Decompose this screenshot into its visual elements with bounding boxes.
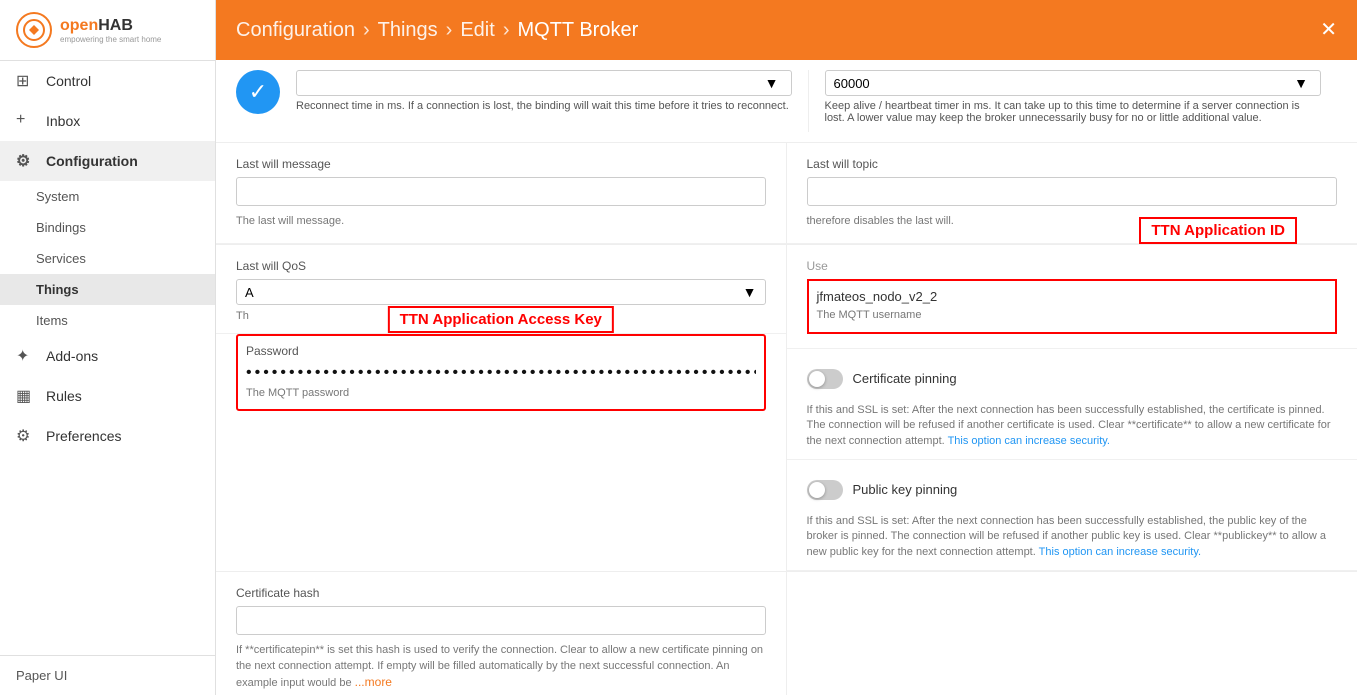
main-panel: Configuration › Things › Edit › MQTT Bro…: [216, 0, 1357, 695]
breadcrumb-mqtt-broker: MQTT Broker: [517, 19, 638, 42]
cert-pinning-toggle-row: Certificate pinning: [807, 359, 1338, 399]
sidebar-item-system[interactable]: System: [0, 181, 215, 212]
username-help: The MQTT username: [817, 308, 1328, 323]
sidebar-item-inbox-label: Inbox: [46, 113, 80, 129]
sidebar-item-control-label: Control: [46, 73, 91, 89]
cert-hash-more-link[interactable]: ...more: [355, 675, 392, 689]
keepalive-dropdown-button[interactable]: ▼: [1290, 75, 1312, 91]
sidebar-item-rules[interactable]: ▦ Rules: [0, 376, 215, 416]
cert-hash-input[interactable]: [236, 606, 766, 635]
sidebar-item-things[interactable]: Things: [0, 274, 215, 305]
breadcrumb-sep-1: ›: [363, 19, 370, 42]
pubkey-pinning-toggle[interactable]: [807, 480, 843, 500]
sidebar-item-addons[interactable]: ✦ Add-ons: [0, 336, 215, 376]
logo: openHAB empowering the smart home: [0, 0, 215, 61]
last-will-topic-label: Last will topic: [807, 157, 1338, 171]
breadcrumb-sep-2: ›: [446, 19, 453, 42]
pubkey-pinning-label: Public key pinning: [853, 482, 958, 497]
cert-pinning-toggle[interactable]: [807, 369, 843, 389]
reconnect-dropdown-button[interactable]: ▼: [761, 75, 783, 91]
sidebar-footer-paper-ui[interactable]: Paper UI: [0, 655, 215, 695]
last-will-topic-input[interactable]: [807, 177, 1338, 206]
keepalive-help-text: Keep alive / heartbeat timer in ms. It c…: [825, 100, 1322, 132]
sidebar-item-control[interactable]: ⊞ Control: [0, 61, 215, 101]
page-header: Configuration › Things › Edit › MQTT Bro…: [216, 0, 1357, 60]
sidebar-item-inbox[interactable]: + Inbox: [0, 101, 215, 141]
check-circle-icon: ✓: [236, 70, 280, 114]
last-will-qos-label: Last will QoS: [236, 259, 766, 273]
preferences-icon: ⚙: [16, 426, 36, 446]
addons-icon: ✦: [16, 346, 36, 366]
breadcrumb-edit: Edit: [460, 19, 494, 42]
sidebar-item-services[interactable]: Services: [0, 243, 215, 274]
pubkey-pinning-link[interactable]: This option can increase security.: [1039, 546, 1201, 558]
sidebar-item-configuration-label: Configuration: [46, 153, 138, 169]
password-label: Password: [246, 344, 756, 358]
cert-hash-help: If **certificatepin** is set this hash i…: [236, 643, 766, 691]
sidebar-item-addons-label: Add-ons: [46, 348, 98, 364]
logo-text-block: openHAB empowering the smart home: [60, 17, 161, 44]
sidebar-item-preferences[interactable]: ⚙ Preferences: [0, 416, 215, 456]
rules-icon: ▦: [16, 386, 36, 406]
password-help: The MQTT password: [246, 386, 756, 401]
pubkey-pinning-toggle-row: Public key pinning: [807, 470, 1338, 510]
pubkey-pinning-toggle-knob: [809, 482, 825, 498]
breadcrumb-things: Things: [378, 19, 438, 42]
sidebar-item-preferences-label: Preferences: [46, 428, 121, 444]
last-will-message-help: The last will message.: [236, 214, 766, 229]
username-outer-label: Username: [807, 259, 1338, 273]
content-area: ✓ ▼ Reconnect time in ms. If a connectio…: [216, 60, 1357, 695]
username-value: jfmateos_nodo_v2_2: [817, 289, 1328, 304]
password-input[interactable]: [246, 364, 756, 382]
ttn-access-key-annotation-label: TTN Application Access Key: [388, 306, 614, 333]
reconnect-help-text: Reconnect time in ms. If a connection is…: [296, 100, 792, 120]
pubkey-pinning-help: If this and SSL is set: After the next c…: [807, 514, 1338, 560]
sidebar-item-items[interactable]: Items: [0, 305, 215, 336]
logo-icon: [16, 12, 52, 48]
logo-subtitle: empowering the smart home: [60, 35, 161, 44]
cert-pinning-label: Certificate pinning: [853, 371, 957, 386]
last-will-message-input[interactable]: [236, 177, 766, 206]
last-will-qos-dropdown-button[interactable]: ▼: [743, 284, 757, 300]
cert-pinning-link[interactable]: This option can increase security.: [948, 435, 1110, 447]
inbox-icon: +: [16, 111, 36, 131]
sidebar-item-rules-label: Rules: [46, 388, 82, 404]
configuration-icon: ⚙: [16, 151, 36, 171]
sidebar-item-configuration[interactable]: ⚙ Configuration: [0, 141, 215, 181]
cert-pinning-help: If this and SSL is set: After the next c…: [807, 403, 1338, 449]
sidebar-item-bindings[interactable]: Bindings: [0, 212, 215, 243]
keepalive-value: 60000: [834, 76, 870, 91]
control-icon: ⊞: [16, 71, 36, 91]
breadcrumb-configuration: Configuration: [236, 19, 355, 42]
close-button[interactable]: ✕: [1320, 20, 1337, 40]
cert-pinning-toggle-knob: [809, 371, 825, 387]
last-will-qos-value: A: [245, 285, 254, 300]
breadcrumb-sep-3: ›: [503, 19, 510, 42]
sidebar: openHAB empowering the smart home ⊞ Cont…: [0, 0, 216, 695]
last-will-message-label: Last will message: [236, 157, 766, 171]
username-box: jfmateos_nodo_v2_2 The MQTT username: [807, 279, 1338, 333]
ttn-app-id-annotation-label: TTN Application ID: [1139, 217, 1297, 244]
cert-hash-label: Certificate hash: [236, 586, 766, 600]
breadcrumb: Configuration › Things › Edit › MQTT Bro…: [236, 19, 638, 42]
sidebar-nav: ⊞ Control + Inbox ⚙ Configuration System…: [0, 61, 215, 655]
